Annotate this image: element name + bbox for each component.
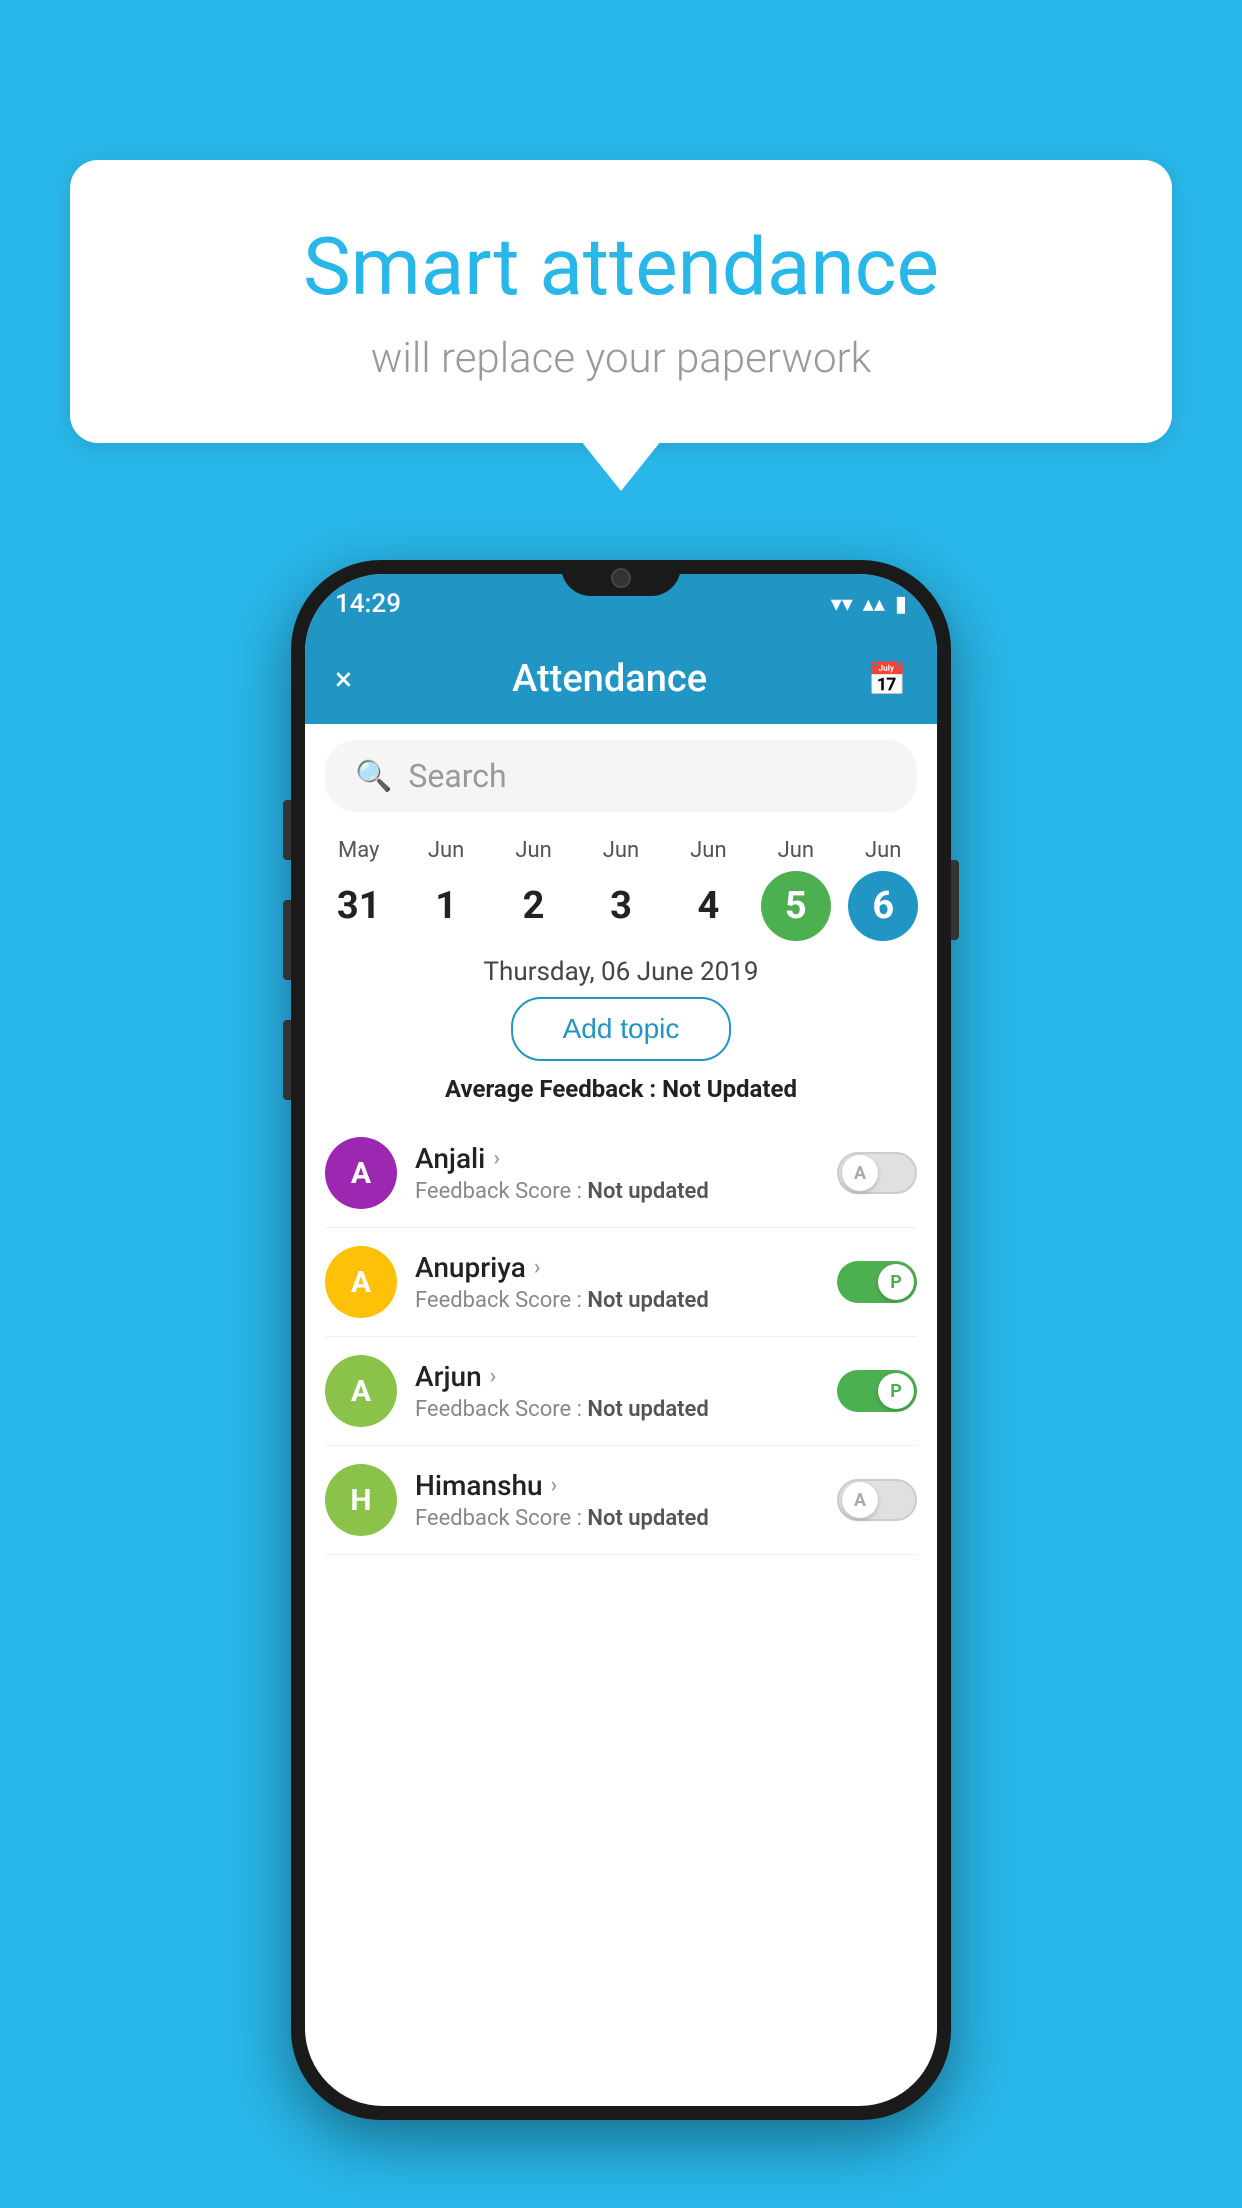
phone-mockup: 14:29 ▾▾ ▴▴ ▮ × Attendance 📅 🔍 Search Ma…	[291, 560, 951, 2120]
calendar-strip: May 31 Jun 1 Jun 2 Jun 3 Jun 4 Jun 5 Jun 6	[305, 828, 937, 941]
student-row[interactable]: A Anjali › Feedback Score : Not updated A	[325, 1119, 917, 1228]
calendar-day-6[interactable]: Jun 6	[843, 838, 923, 941]
student-info: Anjali › Feedback Score : Not updated	[415, 1142, 819, 1204]
bubble-subtitle: will replace your paperwork	[150, 334, 1092, 383]
student-row[interactable]: A Arjun › Feedback Score : Not updated P	[325, 1337, 917, 1446]
selected-date-label: Thursday, 06 June 2019	[305, 941, 937, 997]
toggle-knob: A	[842, 1155, 878, 1191]
toggle-knob: P	[878, 1264, 914, 1300]
cal-date: 4	[673, 871, 743, 941]
student-info: Anupriya › Feedback Score : Not updated	[415, 1251, 819, 1313]
student-name: Himanshu ›	[415, 1469, 819, 1502]
volume-up-button	[283, 800, 291, 860]
calendar-day-1[interactable]: Jun 1	[406, 838, 486, 941]
calendar-day-4[interactable]: Jun 4	[668, 838, 748, 941]
avatar: A	[325, 1355, 397, 1427]
signal-icon: ▴▴	[863, 592, 885, 617]
student-row[interactable]: A Anupriya › Feedback Score : Not updated P	[325, 1228, 917, 1337]
silent-button	[283, 1020, 291, 1100]
calendar-day-3[interactable]: Jun 3	[581, 838, 661, 941]
feedback-score: Feedback Score : Not updated	[415, 1179, 819, 1204]
calendar-day-0[interactable]: May 31	[319, 838, 399, 941]
wifi-icon: ▾▾	[831, 592, 853, 617]
cal-date: 1	[411, 871, 481, 941]
attendance-toggle[interactable]: P	[837, 1261, 917, 1303]
student-info: Arjun › Feedback Score : Not updated	[415, 1360, 819, 1422]
cal-date: 5	[761, 871, 831, 941]
avg-feedback-value: Not Updated	[662, 1075, 797, 1103]
chevron-right-icon: ›	[490, 1364, 497, 1389]
app-bar: × Attendance 📅	[305, 634, 937, 724]
student-row[interactable]: H Himanshu › Feedback Score : Not updated A	[325, 1446, 917, 1555]
chevron-right-icon: ›	[493, 1146, 500, 1171]
calendar-icon[interactable]: 📅	[867, 660, 907, 698]
app-bar-title: Attendance	[512, 657, 707, 701]
cal-month: Jun	[603, 838, 639, 863]
cal-month: Jun	[428, 838, 464, 863]
avatar: A	[325, 1246, 397, 1318]
calendar-day-2[interactable]: Jun 2	[494, 838, 574, 941]
feedback-score: Feedback Score : Not updated	[415, 1397, 819, 1422]
search-icon: 🔍	[355, 759, 392, 794]
close-icon[interactable]: ×	[335, 660, 352, 698]
status-time: 14:29	[335, 589, 401, 619]
cal-date: 31	[324, 871, 394, 941]
phone-outer: 14:29 ▾▾ ▴▴ ▮ × Attendance 📅 🔍 Search Ma…	[291, 560, 951, 2120]
avg-feedback-label: Average Feedback :	[445, 1075, 662, 1103]
cal-month: Jun	[690, 838, 726, 863]
toggle-knob: P	[878, 1373, 914, 1409]
cal-month: May	[338, 838, 379, 863]
phone-screen: 14:29 ▾▾ ▴▴ ▮ × Attendance 📅 🔍 Search Ma…	[305, 574, 937, 2106]
battery-icon: ▮	[895, 592, 907, 617]
student-name: Arjun ›	[415, 1360, 819, 1393]
student-name: Anjali ›	[415, 1142, 819, 1175]
attendance-toggle[interactable]: A	[837, 1152, 917, 1194]
power-button	[951, 860, 959, 940]
cal-month: Jun	[515, 838, 551, 863]
student-list: AAnjali ›Feedback Score : Not updatedAAA…	[305, 1119, 937, 1555]
cal-date: 6	[848, 871, 918, 941]
feedback-score: Feedback Score : Not updated	[415, 1506, 819, 1531]
calendar-day-5[interactable]: Jun 5	[756, 838, 836, 941]
chevron-right-icon: ›	[534, 1255, 541, 1280]
volume-down-button	[283, 900, 291, 980]
status-icons: ▾▾ ▴▴ ▮	[831, 592, 907, 617]
toggle-knob: A	[842, 1482, 878, 1518]
avatar: A	[325, 1137, 397, 1209]
phone-notch	[561, 560, 681, 596]
cal-month: Jun	[865, 838, 901, 863]
feedback-score: Feedback Score : Not updated	[415, 1288, 819, 1313]
chevron-right-icon: ›	[551, 1473, 558, 1498]
search-placeholder: Search	[408, 757, 506, 795]
avatar: H	[325, 1464, 397, 1536]
cal-month: Jun	[778, 838, 814, 863]
attendance-toggle[interactable]: P	[837, 1370, 917, 1412]
cal-date: 3	[586, 871, 656, 941]
cal-date: 2	[499, 871, 569, 941]
attendance-toggle[interactable]: A	[837, 1479, 917, 1521]
camera	[611, 568, 631, 588]
student-info: Himanshu › Feedback Score : Not updated	[415, 1469, 819, 1531]
student-name: Anupriya ›	[415, 1251, 819, 1284]
bubble-title: Smart attendance	[150, 220, 1092, 314]
add-topic-button[interactable]: Add topic	[511, 997, 732, 1061]
average-feedback: Average Feedback : Not Updated	[305, 1075, 937, 1119]
speech-bubble: Smart attendance will replace your paper…	[70, 160, 1172, 443]
search-bar[interactable]: 🔍 Search	[325, 740, 917, 812]
